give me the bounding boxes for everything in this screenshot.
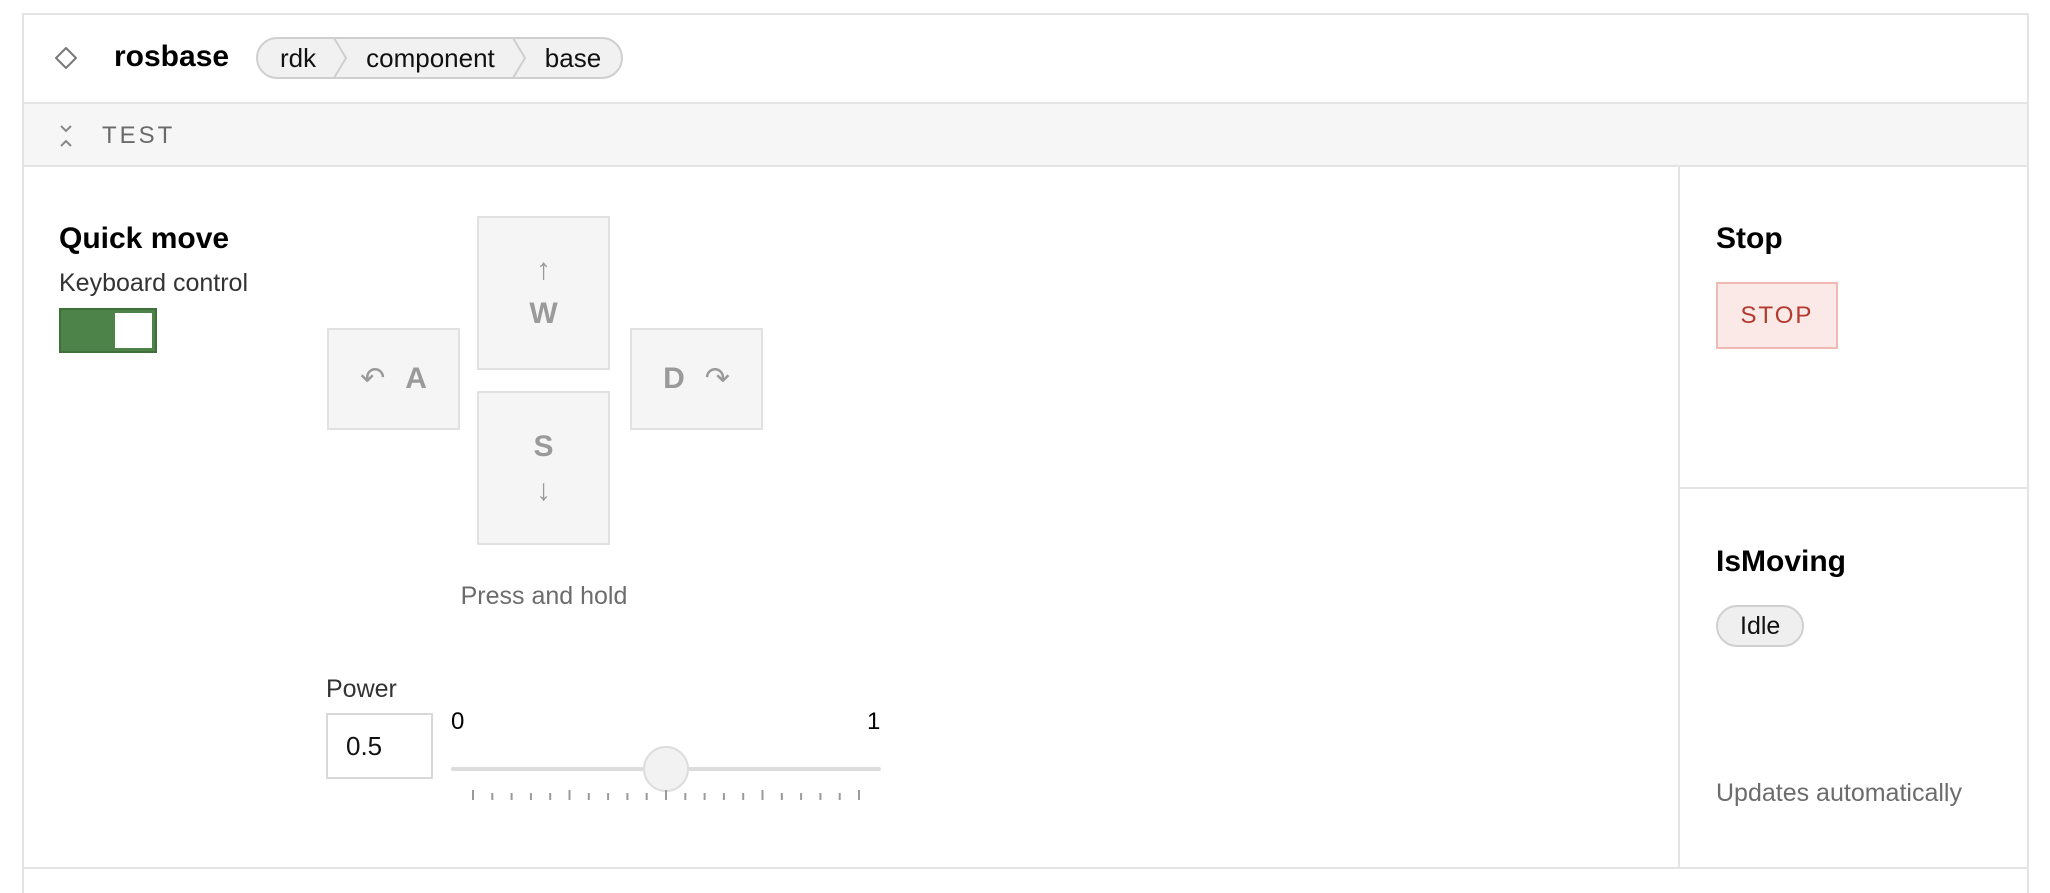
stop-button[interactable]: STOP [1716,282,1838,349]
breadcrumb-item-type: component [366,43,495,73]
breadcrumb-item-subtype: base [544,43,602,73]
key-d-label: D [663,362,685,395]
rotate-right-icon: ↷ [704,362,730,395]
key-d-turn-right-button[interactable]: D ↷ [630,328,763,430]
power-input[interactable] [326,713,433,779]
base-card: rosbase rdk component base TEST Quick mo… [22,13,2029,893]
quick-move-heading: Quick move [59,222,230,255]
quick-move-panel: Quick move Keyboard control ↑ W ↶ A S ↓ … [24,167,1678,867]
card-bottom-divider [24,867,2027,869]
slider-ticks [472,790,860,800]
key-s-label: S [533,430,554,463]
power-label: Power [326,675,397,703]
breadcrumb-separator-icon [511,38,526,78]
keyboard-control-label: Keyboard control [59,269,249,297]
power-range-min: 0 [451,708,465,735]
arrow-down-icon: ↓ [536,474,551,507]
ismoving-heading: IsMoving [1716,545,1847,578]
updates-note: Updates automatically [1716,779,1962,807]
key-w-forward-button[interactable]: ↑ W [477,216,610,370]
power-slider[interactable] [451,745,881,805]
press-and-hold-hint: Press and hold [460,582,628,610]
test-section-toggle[interactable]: TEST [24,104,2027,167]
resource-title: rosbase [114,40,230,73]
key-a-label: A [405,362,427,395]
card-header: rosbase rdk component base [24,15,2027,104]
row-divider [1680,487,2029,489]
breadcrumb-item-namespace: rdk [280,43,317,73]
keyboard-control-toggle[interactable] [59,308,157,353]
status-badge: Idle [1716,605,1805,647]
arrow-up-icon: ↑ [536,253,551,286]
toggle-knob [115,313,152,348]
status-column: Stop STOP IsMoving Idle Updates automati… [1680,167,2029,867]
key-s-backward-button[interactable]: S ↓ [477,391,610,545]
breadcrumb-separator-icon [333,38,348,78]
power-range-max: 1 [867,708,881,735]
key-a-turn-left-button[interactable]: ↶ A [327,328,460,430]
stop-heading: Stop [1716,222,1783,255]
diamond-icon [55,47,77,69]
rotate-left-icon: ↶ [360,362,386,395]
collapse-icon[interactable] [59,124,73,148]
slider-thumb[interactable] [643,746,689,792]
key-w-label: W [529,297,558,330]
section-title: TEST [102,122,176,149]
breadcrumb: rdk component base [256,37,624,79]
